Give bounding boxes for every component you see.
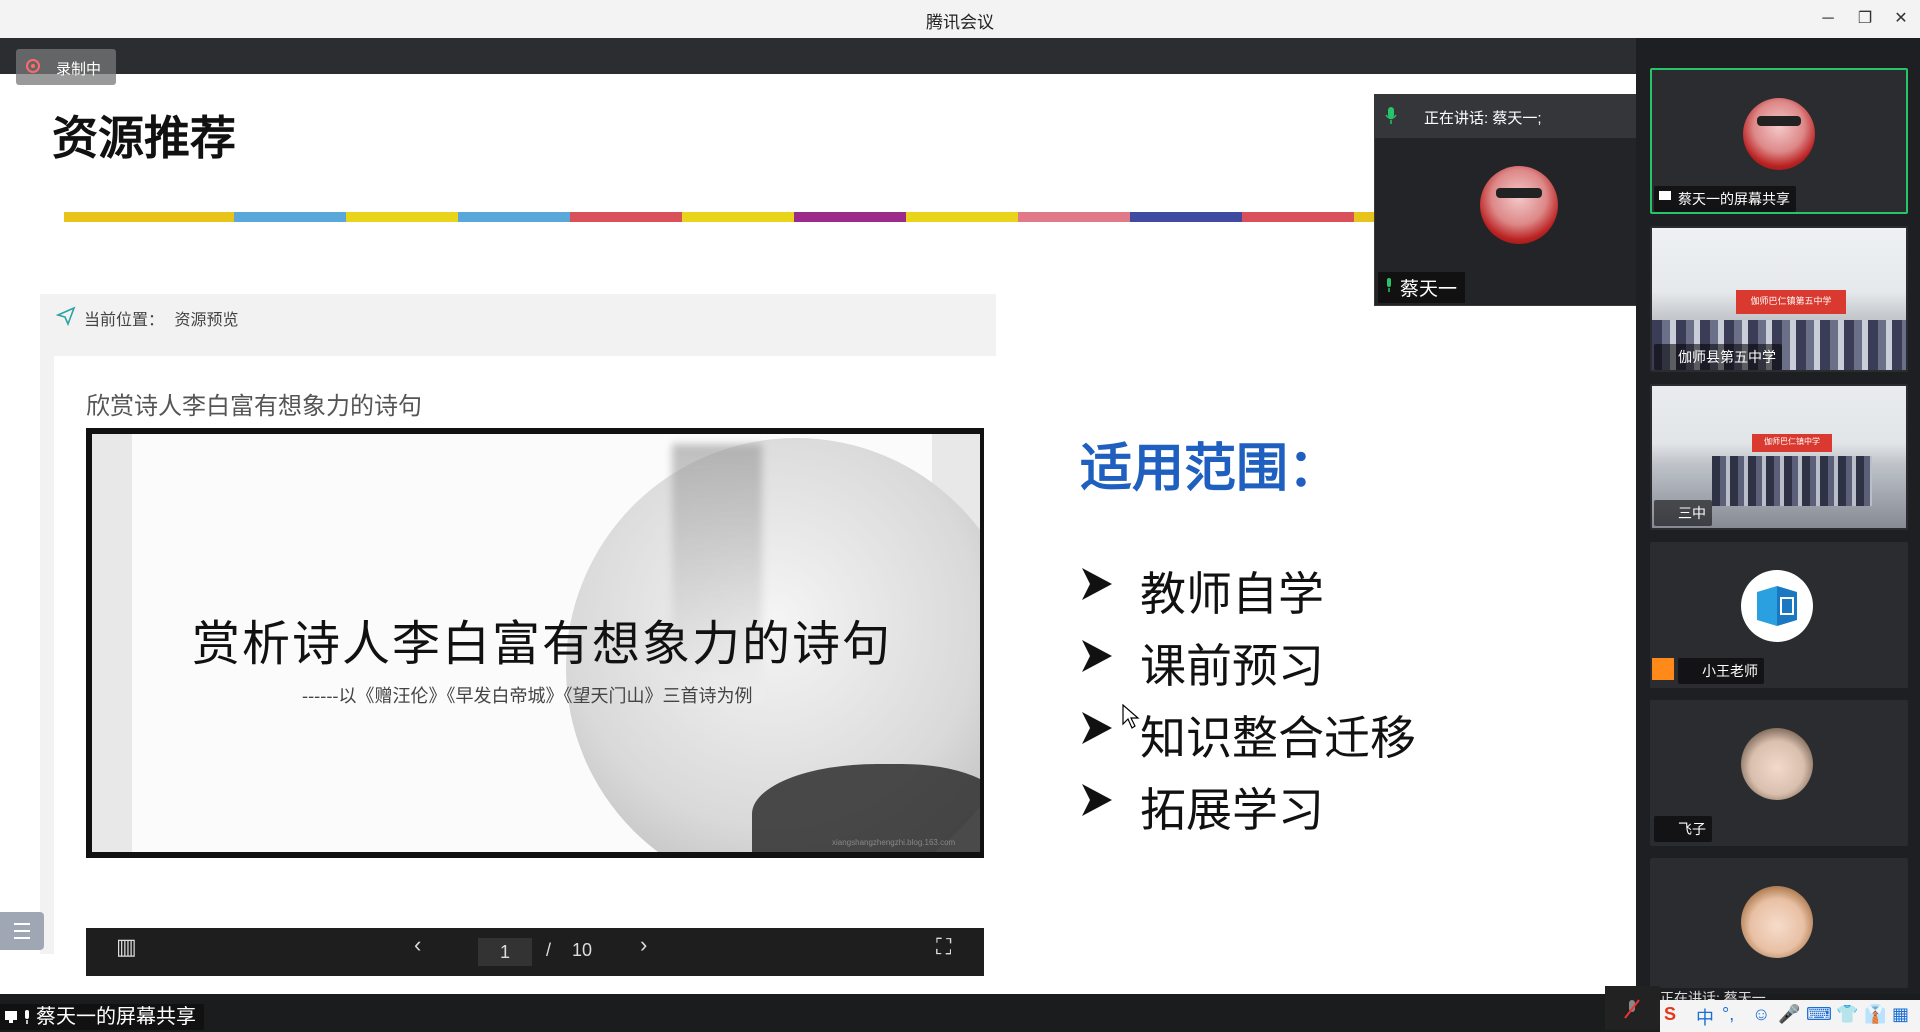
participant-tile[interactable]: 小王老师 (1650, 542, 1908, 688)
breadcrumb-value[interactable]: 资源预览 (174, 312, 238, 329)
stripe-segment (1242, 212, 1354, 222)
arrow-bullet-icon (1082, 712, 1112, 744)
stripe-segment (64, 212, 234, 222)
stripe-segment (794, 212, 906, 222)
arrow-bullet-icon (1082, 640, 1112, 672)
prev-page-icon[interactable]: ‹ (414, 932, 421, 958)
screen-share-tag: 蔡天一的屏幕共享 (0, 1004, 204, 1030)
arrow-bullet-icon (1082, 568, 1112, 600)
muted-mic-button[interactable] (1605, 986, 1660, 1030)
stripe-segment (234, 212, 346, 222)
viewer-slide-subtitle: ------以《赠汪伦》《早发白帝城》《望天门山》三首诗为例 (302, 686, 753, 707)
minimize-button[interactable]: ─ (1815, 6, 1841, 32)
screen-share-icon (1659, 191, 1671, 200)
participant-tile[interactable]: 伽师巴仁镇第五中学 伽师县第五中学 (1650, 226, 1908, 372)
user-icon (1652, 658, 1674, 680)
scope-item: 拓展学习 (1080, 774, 1480, 846)
skin-icon[interactable]: 👕 (1836, 1004, 1858, 1025)
screen-share-icon (5, 1011, 17, 1023)
speaker-window-header: 正在讲话: 蔡天一; (1374, 94, 1636, 138)
scope-item: 课前预习 (1080, 630, 1480, 702)
stripe-segment (570, 212, 682, 222)
title-bar: 腾讯会议 ─ ❐ ✕ (0, 0, 1920, 38)
classroom-banner: 伽师巴仁镇中学 (1764, 437, 1820, 446)
stripe-segment (1018, 212, 1130, 222)
next-page-icon[interactable]: › (640, 932, 647, 958)
classroom-banner: 伽师巴仁镇第五中学 (1750, 296, 1832, 306)
speaker-avatar (1480, 166, 1558, 244)
speaking-status: 正在讲话: 蔡天一; (1424, 110, 1542, 127)
viewer-slide-image: 赏析诗人李白富有想象力的诗句 ------以《赠汪伦》《早发白帝城》《望天门山》… (92, 434, 980, 852)
viewer-page-total: 10 (572, 940, 593, 960)
stripe-segment (906, 212, 1018, 222)
scope-item: 教师自学 (1080, 558, 1480, 630)
recording-badge[interactable]: 录制中 (16, 49, 116, 85)
participant-tile[interactable]: 伽师巴仁镇中学 三中 (1650, 384, 1908, 530)
participant-avatar (1741, 728, 1813, 800)
microphone-icon (1387, 278, 1391, 292)
sogou-icon[interactable]: S (1664, 1004, 1676, 1025)
scope-title: 适用范围： (1080, 438, 1341, 499)
punctuation-icon[interactable]: °, (1722, 1004, 1734, 1025)
list-menu-button[interactable] (0, 912, 44, 950)
scope-item: 知识整合迁移 (1080, 702, 1480, 774)
participant-avatar (1741, 886, 1813, 958)
slide-title: 资源推荐 (52, 111, 236, 165)
clothes-icon[interactable]: 👔 (1864, 1004, 1886, 1025)
voice-icon[interactable]: 🎤 (1778, 1004, 1800, 1025)
emoji-icon[interactable]: ☺ (1752, 1004, 1770, 1025)
thumbnails-icon[interactable]: ▥ (116, 934, 137, 960)
breadcrumb: 当前位置： 资源预览 (84, 306, 238, 330)
toolbox-icon[interactable]: ▦ (1892, 1004, 1909, 1025)
scope-list: 教师自学 课前预习 知识整合迁移 拓展学习 (1080, 558, 1480, 846)
participant-avatar (1741, 570, 1813, 642)
record-icon (26, 59, 40, 73)
participant-label: 飞子 (1654, 816, 1712, 842)
stripe-segment (1354, 212, 1374, 222)
ime-toolbar: S 中 °, ☺ 🎤 ⌨ 👕 👔 ▦ (1660, 1000, 1920, 1032)
participant-avatar (1743, 98, 1815, 170)
participant-tile[interactable]: 飞子 (1650, 700, 1908, 846)
stripe-segment (346, 212, 458, 222)
logo-icon (1757, 586, 1797, 626)
stripe-segment (682, 212, 794, 222)
window-title: 腾讯会议 (926, 13, 994, 32)
viewer-slide-footer: xiangshangzhengzhi.blog.163.com (832, 838, 956, 847)
participant-label: 小王老师 (1678, 658, 1764, 684)
participant-tile[interactable] (1650, 858, 1908, 988)
microphone-icon (1385, 107, 1397, 124)
participant-tile[interactable]: 蔡天一的屏幕共享 (1650, 68, 1908, 214)
participant-label: 伽师县第五中学 (1654, 344, 1782, 370)
close-button[interactable]: ✕ (1888, 6, 1914, 32)
list-icon (14, 923, 30, 939)
viewer-page-input[interactable]: 1 (478, 938, 532, 966)
mouse-cursor-icon (1122, 704, 1140, 729)
arrow-bullet-icon (1082, 784, 1112, 816)
breadcrumb-prefix: 当前位置： (84, 312, 165, 329)
mic-off-icon (1624, 999, 1640, 1019)
color-stripe (64, 212, 1374, 222)
participant-label: 三中 (1654, 500, 1712, 526)
keyboard-icon[interactable]: ⌨ (1806, 1004, 1832, 1025)
stripe-segment (1130, 212, 1242, 222)
stripe-segment (458, 212, 570, 222)
viewer-slide-title: 赏析诗人李白富有想象力的诗句 (192, 616, 893, 672)
viewer-page-separator: / (546, 940, 552, 960)
restore-button[interactable]: ❐ (1852, 6, 1878, 32)
participant-label: 蔡天一的屏幕共享 (1654, 186, 1796, 212)
ime-mode-icon[interactable]: 中 (1696, 1004, 1714, 1030)
microphone-icon (25, 1010, 29, 1024)
speaker-name-tag: 蔡天一 (1378, 272, 1466, 303)
preview-title: 欣赏诗人李白富有想象力的诗句 (86, 393, 422, 420)
viewer-toolbar (86, 928, 984, 976)
send-icon (56, 306, 76, 326)
fullscreen-icon[interactable]: ⛶ (936, 934, 951, 960)
